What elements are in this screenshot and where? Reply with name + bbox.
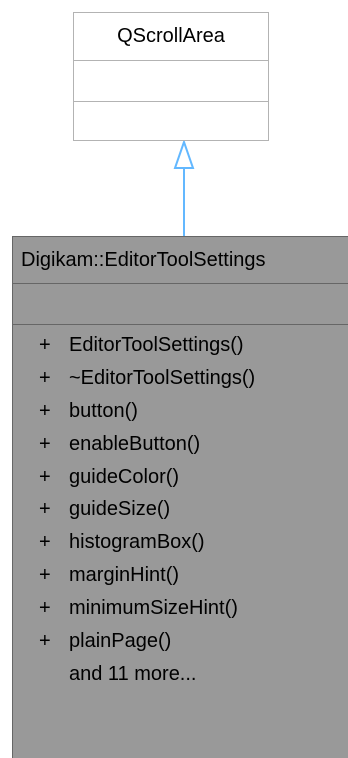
- parent-class-methods: [74, 102, 268, 142]
- method-row: + histogramBox(): [13, 526, 348, 559]
- parent-class-box[interactable]: QScrollArea: [73, 12, 269, 141]
- method-row: + guideSize(): [13, 493, 348, 526]
- child-class-methods: + EditorToolSettings() + ~EditorToolSett…: [13, 325, 348, 691]
- method-visibility: +: [39, 366, 51, 389]
- method-visibility: +: [39, 399, 51, 422]
- parent-class-name: QScrollArea: [74, 13, 268, 61]
- method-signature: histogramBox(): [69, 531, 205, 554]
- method-visibility: +: [39, 465, 51, 488]
- method-visibility: +: [39, 597, 51, 620]
- method-signature: ~EditorToolSettings(): [69, 366, 256, 389]
- method-row: + enableButton(): [13, 428, 348, 461]
- more-methods-row: and 11 more...: [13, 658, 348, 691]
- more-methods-label: and 11 more...: [69, 662, 197, 685]
- method-row: + plainPage(): [13, 625, 348, 658]
- method-visibility: +: [39, 629, 51, 652]
- method-signature: button(): [69, 399, 138, 422]
- method-row: + ~EditorToolSettings(): [13, 362, 348, 395]
- method-signature: marginHint(): [69, 564, 180, 587]
- method-signature: plainPage(): [69, 629, 172, 652]
- method-visibility: +: [39, 531, 51, 554]
- method-signature: EditorToolSettings(): [69, 333, 244, 356]
- method-row: + guideColor(): [13, 461, 348, 494]
- method-visibility: +: [39, 333, 51, 356]
- inheritance-arrowhead: [173, 138, 195, 169]
- method-signature: minimumSizeHint(): [69, 597, 238, 620]
- parent-class-attributes: [74, 61, 268, 102]
- method-visibility: +: [39, 498, 51, 521]
- method-row: + button(): [13, 395, 348, 428]
- child-class-name: Digikam::EditorToolSettings: [13, 237, 348, 284]
- method-signature: enableButton(): [69, 432, 201, 455]
- method-signature: guideSize(): [69, 498, 171, 521]
- method-visibility: +: [39, 564, 51, 587]
- method-row: + minimumSizeHint(): [13, 592, 348, 625]
- child-class-box[interactable]: Digikam::EditorToolSettings + EditorTool…: [12, 236, 348, 758]
- method-row: + marginHint(): [13, 559, 348, 592]
- child-class-attributes: [13, 284, 348, 325]
- method-row: + EditorToolSettings(): [13, 329, 348, 362]
- method-visibility: +: [39, 432, 51, 455]
- method-signature: guideColor(): [69, 465, 180, 488]
